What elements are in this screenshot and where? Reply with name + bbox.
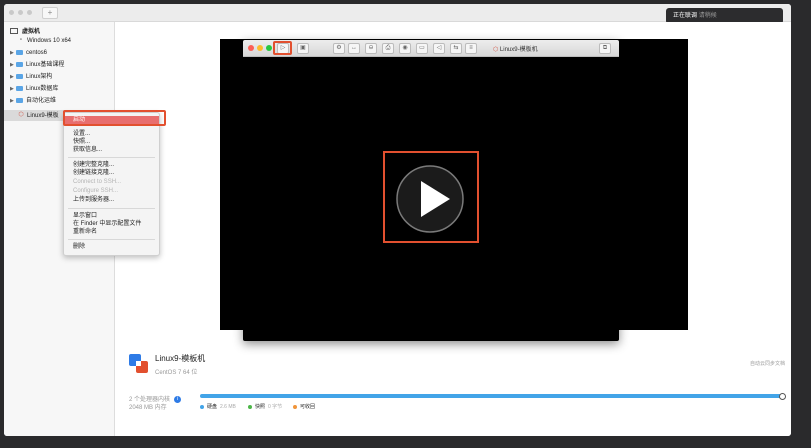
- sidebar-item-linux-db[interactable]: ▶ Linux数据库: [10, 84, 58, 94]
- vm-console-window[interactable]: ▷ ▣ ⚙ ↔ ⊖ ⎙ ◉ ▭ ◁ ⇆ ≡ ⬡ Linux9-模板机 ⧉: [243, 40, 619, 341]
- folder-icon: [16, 85, 23, 91]
- fullscreen-icon[interactable]: ⧉: [599, 43, 611, 54]
- legend-reclaimable: 可收回: [293, 403, 315, 410]
- vm-toolbar: ▷ ▣ ⚙ ↔ ⊖ ⎙ ◉ ▭ ◁ ⇆ ≡ ⬡ Linux9-模板机 ⧉: [243, 40, 619, 57]
- monitor-icon: [10, 28, 18, 35]
- menu-item-snapshots[interactable]: 快照...: [64, 138, 159, 146]
- storage-bar: [200, 394, 782, 398]
- vm-title-label: Linux9-模板机: [499, 47, 538, 53]
- main-panel: ▷ ▣ ⚙ ↔ ⊖ ⎙ ◉ ▭ ◁ ⇆ ≡ ⬡ Linux9-模板机 ⧉ Lin…: [115, 22, 791, 436]
- big-play-icon[interactable]: [395, 164, 465, 234]
- more-icon[interactable]: ≡: [465, 43, 477, 54]
- vm-name: Linux9-模板机: [155, 354, 206, 363]
- sidebar-item-label: Linux基础课程: [26, 62, 65, 68]
- notification-title: 正在联调: [673, 13, 698, 19]
- camera-icon[interactable]: ▭: [416, 43, 428, 54]
- sidebar-item-linux9-template[interactable]: ⬡ Linux9-模板: [18, 111, 59, 121]
- folder-icon: [16, 49, 23, 55]
- legend-value: 0 字节: [268, 404, 283, 410]
- info-icon[interactable]: i: [174, 395, 182, 403]
- vm-icon: ▫: [19, 37, 23, 44]
- vmware-logo-icon: [129, 354, 148, 373]
- sidebar-item-windows10[interactable]: ▫ Windows 10 x64: [18, 36, 71, 46]
- menu-item-settings[interactable]: 设置...: [64, 130, 159, 138]
- share-icon[interactable]: ◁: [433, 43, 445, 54]
- disk-icon[interactable]: ⊖: [365, 43, 377, 54]
- cloud-sync-label[interactable]: 自动云同步文档: [750, 360, 785, 367]
- printer-icon[interactable]: ⎙: [382, 43, 394, 54]
- sidebar-item-linux-arch[interactable]: ▶ Linux架构: [10, 72, 52, 82]
- menu-item-delete[interactable]: 删除: [64, 243, 159, 251]
- usb-icon[interactable]: ⇆: [450, 43, 462, 54]
- sidebar-item-label: Linux架构: [26, 74, 53, 80]
- legend-disk: 硬盘 2.6 MB: [200, 403, 236, 410]
- zoom-window-button[interactable]: [27, 10, 32, 15]
- legend-swatch: [293, 404, 297, 409]
- legend-label: 快照: [255, 404, 266, 410]
- sidebar-header: 虚拟机: [10, 26, 40, 35]
- vm-zoom-button[interactable]: [266, 45, 272, 51]
- vm-minimize-button[interactable]: [257, 45, 263, 51]
- menu-item-rename[interactable]: 重新命名: [64, 228, 159, 236]
- legend-snapshot: 快照 0 字节: [248, 403, 282, 410]
- notification-subtitle: 请稍候: [698, 13, 717, 19]
- sidebar-item-label: Linux9-模板: [27, 113, 59, 119]
- menu-item-linked-clone[interactable]: 创建链接克隆...: [64, 169, 159, 177]
- vm-title-icon: ⬡: [493, 47, 499, 53]
- sidebar-item-automation[interactable]: ▶ 自动化运维: [10, 96, 56, 106]
- vm-os: CentOS 7 64 位: [155, 370, 198, 376]
- start-item-highlight: [63, 110, 166, 126]
- legend-swatch: [248, 404, 252, 409]
- menu-item-show-window[interactable]: 显示窗口: [64, 212, 159, 220]
- vm-close-button[interactable]: [248, 45, 254, 51]
- vm-icon: ⬡: [18, 112, 24, 119]
- settings-icon[interactable]: ⚙: [333, 43, 345, 54]
- network-icon[interactable]: ↔: [348, 43, 360, 54]
- sidebar-item-linux-basic[interactable]: ▶ Linux基础课程: [10, 60, 64, 70]
- menu-item-get-info[interactable]: 获取信息...: [64, 146, 159, 154]
- minimize-window-button[interactable]: [18, 10, 23, 15]
- folder-icon: [16, 61, 23, 67]
- menu-separator: [68, 208, 155, 209]
- menu-item-show-in-finder[interactable]: 在 Finder 中显示配置文件: [64, 220, 159, 228]
- menu-item-upload-server[interactable]: 上传到服务器...: [64, 196, 159, 204]
- add-button[interactable]: +: [42, 7, 58, 19]
- menu-separator: [68, 157, 155, 158]
- sidebar-item-label: Linux数据库: [26, 86, 59, 92]
- context-menu: 启动 设置... 快照... 获取信息... 创建完整克隆... 创建链接克隆.…: [63, 112, 160, 256]
- sidebar-item-label: 自动化运维: [26, 98, 57, 104]
- storage-bar-end: [779, 393, 786, 400]
- sound-icon[interactable]: ◉: [399, 43, 411, 54]
- sidebar-item-centos6[interactable]: ▶ centos6: [10, 48, 47, 58]
- snapshot-icon[interactable]: ▣: [297, 43, 309, 54]
- legend-value: 2.6 MB: [220, 404, 236, 410]
- sidebar-header-label: 虚拟机: [22, 29, 41, 35]
- legend-label: 可收回: [300, 404, 316, 410]
- legend-swatch: [200, 404, 204, 409]
- vm-window-title: ⬡ Linux9-模板机: [493, 44, 538, 53]
- folder-icon: [16, 97, 23, 103]
- menu-item-configure-ssh: Configure SSH...: [73, 188, 119, 194]
- sidebar-item-label: centos6: [26, 50, 48, 56]
- vmware-library-window: + 正在联调 请稍候 虚拟机 ▫ Windows 10 x64 ▶ centos6 …: [4, 4, 791, 436]
- sidebar-item-label: Windows 10 x64: [27, 38, 72, 44]
- menu-item-full-clone[interactable]: 创建完整克隆...: [64, 161, 159, 169]
- menu-separator: [68, 239, 155, 240]
- legend-label: 硬盘: [207, 404, 218, 410]
- folder-icon: [16, 73, 23, 79]
- close-window-button[interactable]: [9, 10, 14, 15]
- memory-info: 2048 MB 内存: [129, 405, 167, 411]
- play-button-highlight: [273, 41, 292, 55]
- menu-item-connect-ssh: Connect to SSH...: [73, 179, 122, 185]
